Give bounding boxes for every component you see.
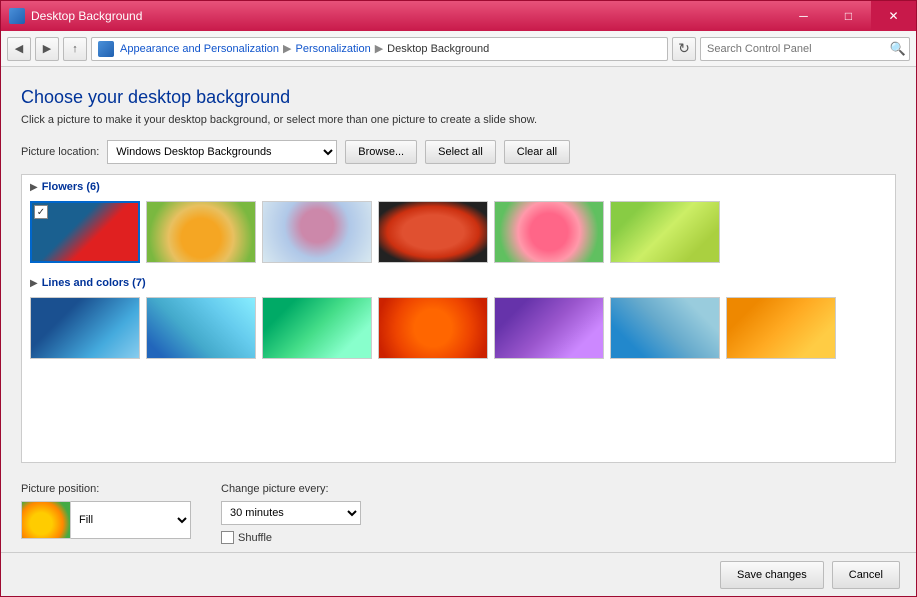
lines-image-grid — [22, 293, 895, 367]
browse-button[interactable]: Browse... — [345, 140, 417, 164]
titlebar: Desktop Background ─ □ ✕ — [1, 1, 916, 31]
flowers-group-header: ▶ Flowers (6) — [22, 175, 895, 197]
change-picture-label: Change picture every: — [221, 483, 361, 495]
page-description: Click a picture to make it your desktop … — [21, 114, 896, 126]
interval-select[interactable]: 10 seconds 30 seconds 1 minute 2 minutes… — [221, 501, 361, 525]
breadcrumb-current: Desktop Background — [387, 43, 489, 55]
picture-location-label: Picture location: — [21, 146, 99, 158]
picture-location-select[interactable]: Windows Desktop Backgrounds — [107, 140, 337, 164]
minimize-button[interactable]: ─ — [781, 1, 826, 31]
bottom-section: Picture position: Fill Fit Stretch Tile … — [21, 473, 896, 552]
flowers-collapse-arrow[interactable]: ▶ — [30, 182, 38, 193]
select-all-button[interactable]: Select all — [425, 140, 496, 164]
back-button[interactable]: ◀ — [7, 37, 31, 61]
lines-collapse-arrow[interactable]: ▶ — [30, 278, 38, 289]
flower-image-4[interactable] — [378, 201, 488, 263]
flower-image-2[interactable] — [146, 201, 256, 263]
position-preview-image — [22, 502, 70, 538]
flowers-group-title: Flowers (6) — [42, 181, 100, 193]
lines-image-6[interactable] — [610, 297, 720, 359]
breadcrumb-appearance[interactable]: Appearance and Personalization — [120, 43, 279, 55]
page-title: Choose your desktop background — [21, 87, 896, 108]
search-box: 🔍 — [700, 37, 910, 61]
breadcrumb-personalization[interactable]: Personalization — [295, 43, 370, 55]
lines-group-title: Lines and colors (7) — [42, 277, 146, 289]
lines-image-3[interactable] — [262, 297, 372, 359]
change-picture-group: Change picture every: 10 seconds 30 seco… — [221, 483, 361, 544]
search-input[interactable] — [701, 43, 887, 55]
flower-image-5[interactable] — [494, 201, 604, 263]
flowers-image-grid: ✓ — [22, 197, 895, 271]
up-button[interactable]: ↑ — [63, 37, 87, 61]
refresh-button[interactable]: ↻ — [672, 37, 696, 61]
flower-image-1[interactable]: ✓ — [30, 201, 140, 263]
position-preview — [21, 501, 71, 539]
lines-image-4[interactable] — [378, 297, 488, 359]
picture-location-row: Picture location: Windows Desktop Backgr… — [21, 140, 896, 164]
breadcrumb-icon — [98, 41, 114, 57]
forward-button[interactable]: ▶ — [35, 37, 59, 61]
lines-image-2[interactable] — [146, 297, 256, 359]
close-button[interactable]: ✕ — [871, 1, 916, 31]
addressbar: ◀ ▶ ↑ Appearance and Personalization ▶ P… — [1, 31, 916, 67]
maximize-button[interactable]: □ — [826, 1, 871, 31]
save-changes-button[interactable]: Save changes — [720, 561, 824, 589]
picture-position-group: Picture position: Fill Fit Stretch Tile … — [21, 483, 191, 544]
flower-image-6[interactable] — [610, 201, 720, 263]
shuffle-checkbox[interactable] — [221, 531, 234, 544]
image-panel: ▶ Flowers (6) ✓ ▶ Lines and colors (7) — [21, 174, 896, 463]
lines-image-5[interactable] — [494, 297, 604, 359]
shuffle-row: Shuffle — [221, 531, 361, 544]
titlebar-left: Desktop Background — [9, 8, 142, 24]
picture-position-label: Picture position: — [21, 483, 191, 495]
position-row: Fill Fit Stretch Tile Center Span — [21, 501, 191, 539]
clear-all-button[interactable]: Clear all — [504, 140, 570, 164]
lines-image-1[interactable] — [30, 297, 140, 359]
cancel-button[interactable]: Cancel — [832, 561, 900, 589]
breadcrumb: Appearance and Personalization ▶ Persona… — [91, 37, 668, 61]
lines-image-7[interactable] — [726, 297, 836, 359]
shuffle-label: Shuffle — [238, 532, 272, 544]
selected-check: ✓ — [34, 205, 48, 219]
app-icon — [9, 8, 25, 24]
main-content: Choose your desktop background Click a p… — [1, 67, 916, 552]
footer-bar: Save changes Cancel — [1, 552, 916, 596]
search-icon[interactable]: 🔍 — [887, 38, 909, 60]
window: Desktop Background ─ □ ✕ ◀ ▶ ↑ Appearanc… — [0, 0, 917, 597]
position-select[interactable]: Fill Fit Stretch Tile Center Span — [71, 501, 191, 539]
lines-group-header: ▶ Lines and colors (7) — [22, 271, 895, 293]
titlebar-controls: ─ □ ✕ — [781, 1, 916, 31]
flower-image-3[interactable] — [262, 201, 372, 263]
change-row: 10 seconds 30 seconds 1 minute 2 minutes… — [221, 501, 361, 525]
window-title: Desktop Background — [31, 9, 142, 23]
